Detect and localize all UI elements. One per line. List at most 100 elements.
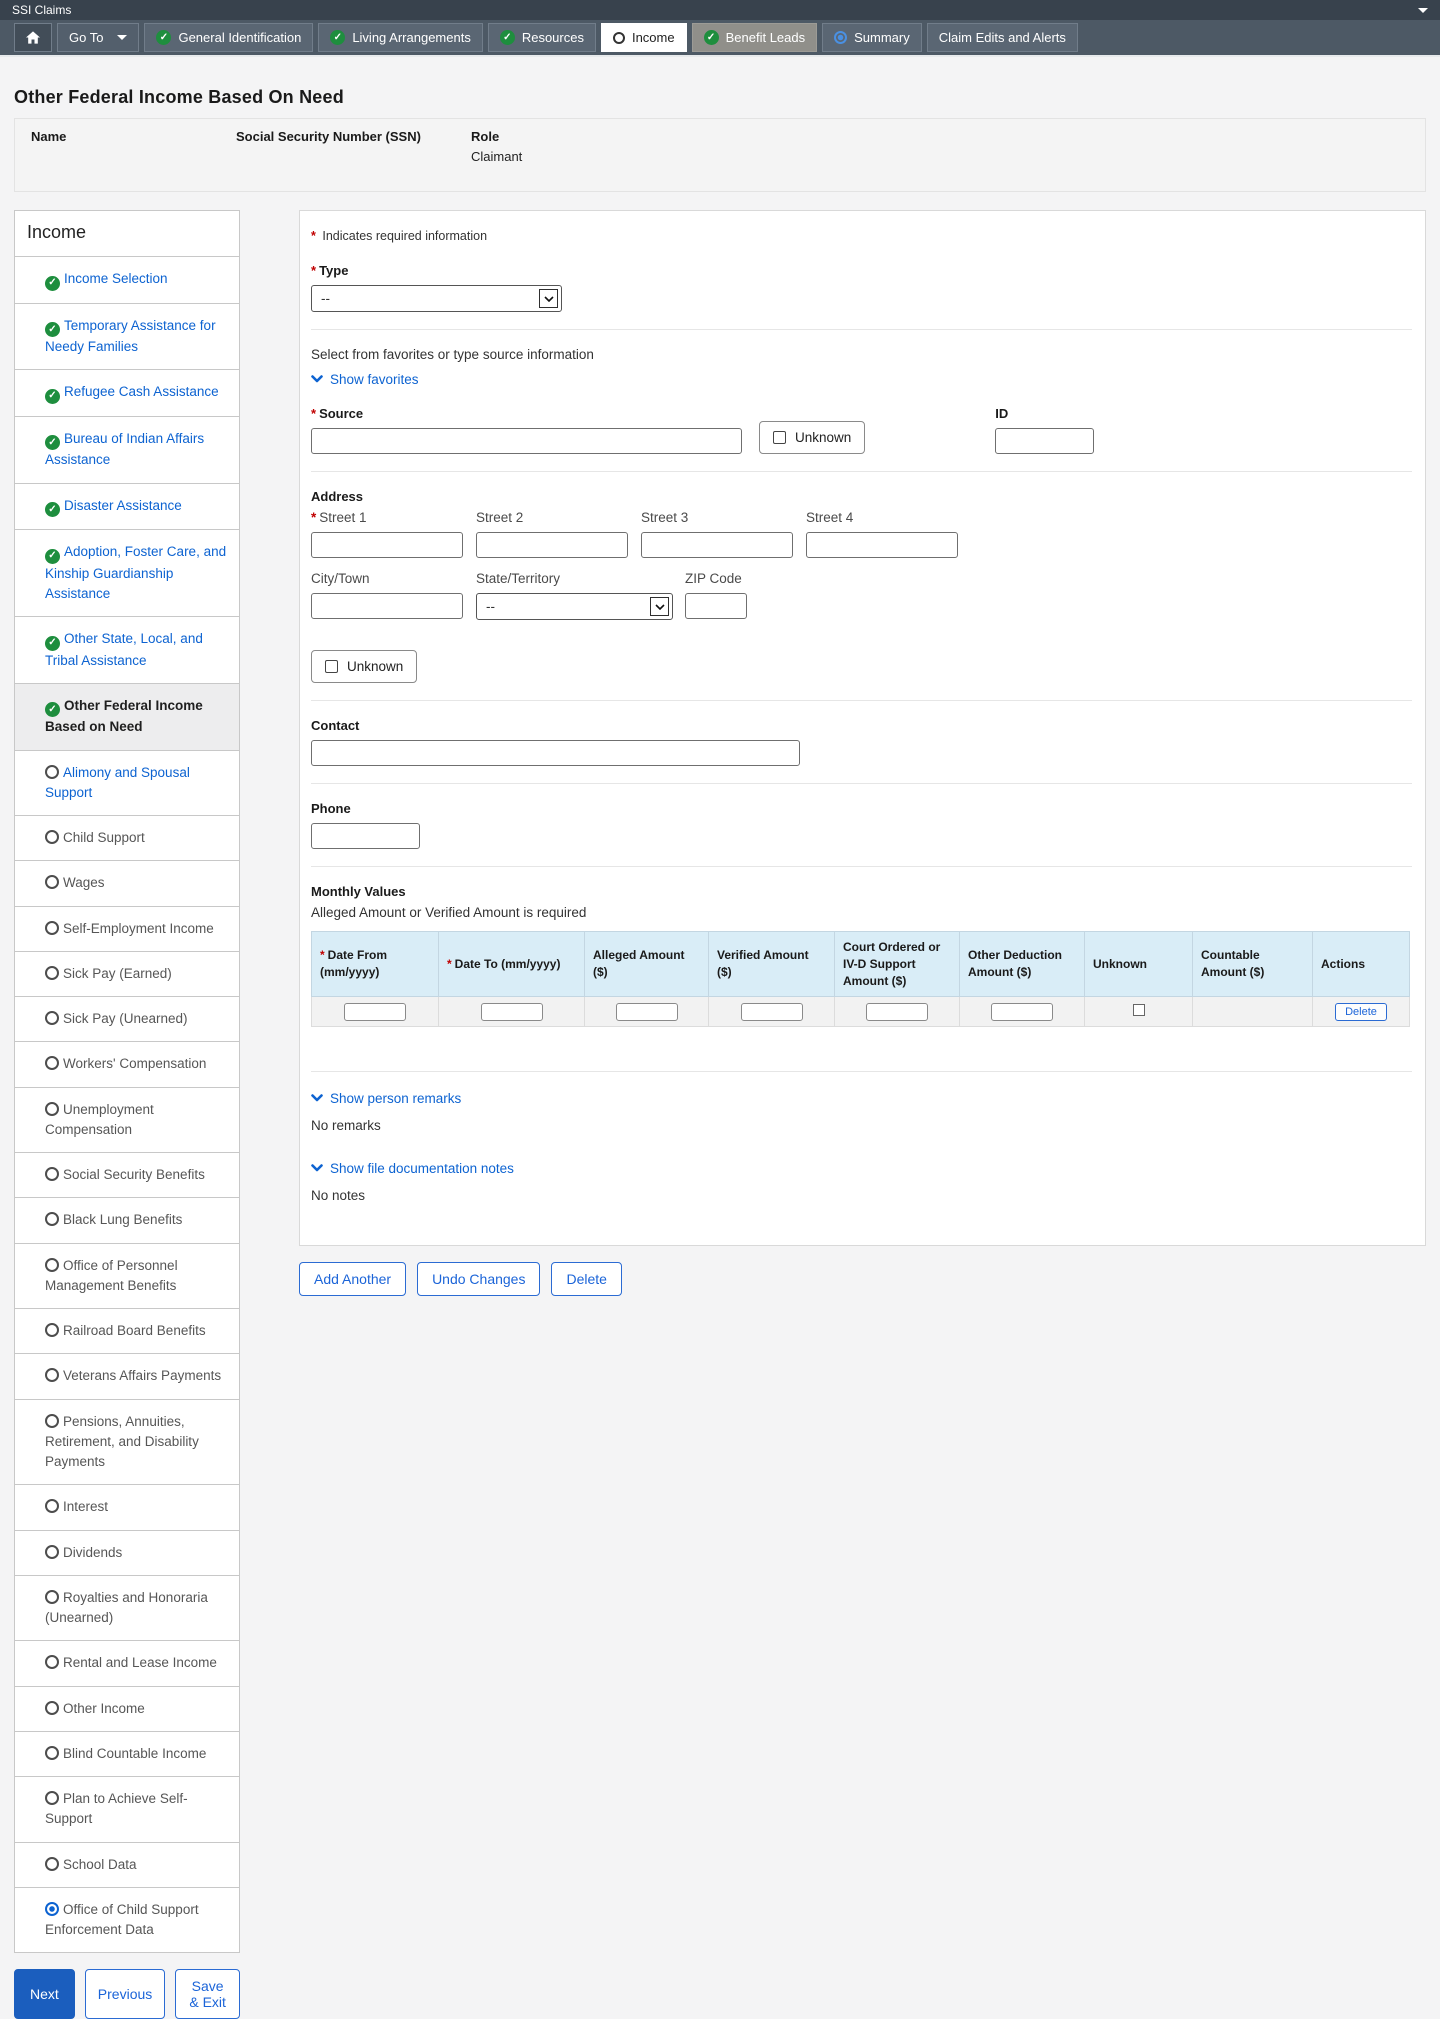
- circle-icon: [45, 830, 59, 844]
- check-icon: [703, 30, 719, 45]
- sidebar-item[interactable]: Office of Personnel Management Benefits: [15, 1242, 239, 1309]
- show-file-documentation-notes-toggle[interactable]: Show file documentation notes: [311, 1161, 514, 1176]
- street4-input[interactable]: [806, 532, 958, 558]
- go-to-dropdown[interactable]: Go To: [57, 23, 140, 52]
- chevron-down-icon[interactable]: [1418, 7, 1428, 13]
- sidebar-item[interactable]: Sick Pay (Unearned): [15, 996, 239, 1041]
- radio-icon: [45, 1901, 59, 1916]
- sidebar-item[interactable]: Veterans Affairs Payments: [15, 1353, 239, 1398]
- street1-input[interactable]: [311, 532, 463, 558]
- chevron-down-icon: [311, 1094, 323, 1102]
- sidebar-item[interactable]: School Data: [15, 1841, 239, 1887]
- street3-input[interactable]: [641, 532, 793, 558]
- date-from-input[interactable]: [344, 1002, 406, 1021]
- check-icon: [45, 702, 60, 718]
- sidebar-item[interactable]: Child Support: [15, 815, 239, 860]
- source-unknown-checkbox-group[interactable]: Unknown: [759, 421, 866, 454]
- sidebar-item[interactable]: Bureau of Indian Affairs Assistance: [15, 415, 239, 483]
- check-icon: [45, 548, 60, 564]
- sidebar-item-label: Self-Employment Income: [63, 920, 214, 936]
- circle-icon: [45, 1791, 59, 1805]
- income-sidebar: Income Income Selection Temporary Assist…: [14, 210, 240, 1954]
- sidebar-item-label: Workers' Compensation: [63, 1056, 207, 1072]
- sidebar-item[interactable]: Plan to Achieve Self-Support: [15, 1776, 239, 1842]
- home-button[interactable]: [14, 23, 52, 52]
- phone-input[interactable]: [311, 823, 420, 849]
- court-ordered-amount-input[interactable]: [866, 1002, 928, 1021]
- nav-tab[interactable]: Living Arrangements: [318, 23, 483, 52]
- nav-tab[interactable]: Resources: [487, 23, 596, 52]
- main-navbar: Go To General Identification Living Arra…: [0, 20, 1440, 57]
- show-person-remarks-toggle[interactable]: Show person remarks: [311, 1091, 461, 1106]
- street1-label: * Street 1: [311, 510, 367, 525]
- save-exit-button[interactable]: Save & Exit: [175, 1969, 240, 2019]
- monthly-column-header: *Other Deduction Amount ($): [959, 930, 1085, 998]
- verified-amount-input[interactable]: [740, 1002, 803, 1021]
- income-form-panel: * Indicates required information * Type -…: [299, 210, 1426, 1247]
- circle-icon: [45, 764, 59, 779]
- circle-icon: [45, 1700, 59, 1715]
- check-icon: [156, 30, 172, 45]
- sidebar-item[interactable]: Adoption, Foster Care, and Kinship Guard…: [15, 529, 239, 616]
- other-deduction-amount-input[interactable]: [991, 1002, 1053, 1021]
- sidebar-item[interactable]: Sick Pay (Earned): [15, 950, 239, 996]
- sidebar-item[interactable]: Disaster Assistance: [15, 482, 239, 530]
- required-asterisk: *: [320, 948, 325, 963]
- sidebar-item[interactable]: Royalties and Honoraria (Unearned): [15, 1574, 239, 1641]
- street2-input[interactable]: [476, 532, 628, 558]
- sidebar-item[interactable]: Black Lung Benefits: [15, 1197, 239, 1242]
- sidebar-item-label: Office of Child Support Enforcement Data: [45, 1901, 199, 1937]
- sidebar-item[interactable]: Blind Countable Income: [15, 1730, 239, 1776]
- sidebar-item-label: Wages: [63, 875, 105, 891]
- next-button[interactable]: Next: [14, 1969, 75, 2019]
- home-icon: [26, 31, 40, 44]
- sidebar-item[interactable]: Other Income: [15, 1685, 239, 1731]
- sidebar-item[interactable]: Other State, Local, and Tribal Assistanc…: [15, 616, 239, 683]
- date-to-input[interactable]: [480, 1002, 543, 1021]
- sidebar-item[interactable]: Rental and Lease Income: [15, 1640, 239, 1685]
- row-delete-button[interactable]: Delete: [1335, 1003, 1387, 1022]
- city-input[interactable]: [311, 593, 463, 619]
- id-input[interactable]: [995, 428, 1095, 454]
- nav-tab[interactable]: Summary: [822, 23, 922, 52]
- sidebar-item[interactable]: Self-Employment Income: [15, 905, 239, 951]
- sidebar-item[interactable]: Workers' Compensation: [15, 1041, 239, 1086]
- unknown-checkbox[interactable]: [1132, 1003, 1145, 1016]
- state-label: State/Territory: [476, 571, 561, 586]
- sidebar-item-label: Rental and Lease Income: [63, 1655, 217, 1671]
- sidebar-item[interactable]: Dividends: [15, 1529, 239, 1575]
- alleged-amount-input[interactable]: [615, 1002, 678, 1021]
- address-unknown-checkbox-group[interactable]: Unknown: [311, 650, 418, 683]
- nav-tab[interactable]: Claim Edits and Alerts: [926, 23, 1078, 52]
- sidebar-item[interactable]: Office of Child Support Enforcement Data: [15, 1886, 239, 1953]
- source-label: * Source: [311, 406, 364, 421]
- nav-tab[interactable]: General Identification: [144, 23, 314, 52]
- zip-input[interactable]: [685, 593, 747, 619]
- sidebar-item[interactable]: Other Federal Income Based on Need: [15, 682, 239, 750]
- sidebar-item[interactable]: Social Security Benefits: [15, 1152, 239, 1197]
- show-favorites-toggle[interactable]: Show favorites: [311, 372, 419, 387]
- sidebar-item[interactable]: Alimony and Spousal Support: [15, 749, 239, 816]
- contact-input[interactable]: [311, 740, 800, 766]
- monthly-table-header-row: * Date From (mm/yyyy) * Date To (mm/yyyy) …: [311, 930, 1410, 998]
- sidebar-item[interactable]: Interest: [15, 1484, 239, 1529]
- undo-changes-button[interactable]: Undo Changes: [417, 1262, 541, 1297]
- delete-button[interactable]: Delete: [551, 1262, 622, 1297]
- sidebar-item[interactable]: Temporary Assistance for Needy Families: [15, 302, 239, 370]
- street4-label: Street 4: [806, 510, 854, 525]
- add-another-button[interactable]: Add Another: [299, 1262, 407, 1297]
- sidebar-item[interactable]: Unemployment Compensation: [15, 1086, 239, 1153]
- sidebar-item[interactable]: Wages: [15, 860, 239, 905]
- sidebar-item[interactable]: Refugee Cash Assistance: [15, 369, 239, 416]
- sidebar-item[interactable]: Railroad Board Benefits: [15, 1308, 239, 1353]
- source-input[interactable]: [311, 428, 742, 454]
- nav-tab[interactable]: Benefit Leads: [691, 23, 818, 52]
- previous-button[interactable]: Previous: [84, 1969, 166, 2019]
- type-select[interactable]: --: [311, 285, 562, 312]
- circle-icon: [45, 965, 59, 980]
- sidebar-item[interactable]: Income Selection: [15, 256, 239, 303]
- state-select[interactable]: --: [476, 593, 673, 620]
- sidebar-item[interactable]: Pensions, Annuities, Retirement, and Dis…: [15, 1398, 239, 1485]
- street3-label: Street 3: [641, 510, 689, 525]
- nav-tab[interactable]: Income: [600, 23, 687, 52]
